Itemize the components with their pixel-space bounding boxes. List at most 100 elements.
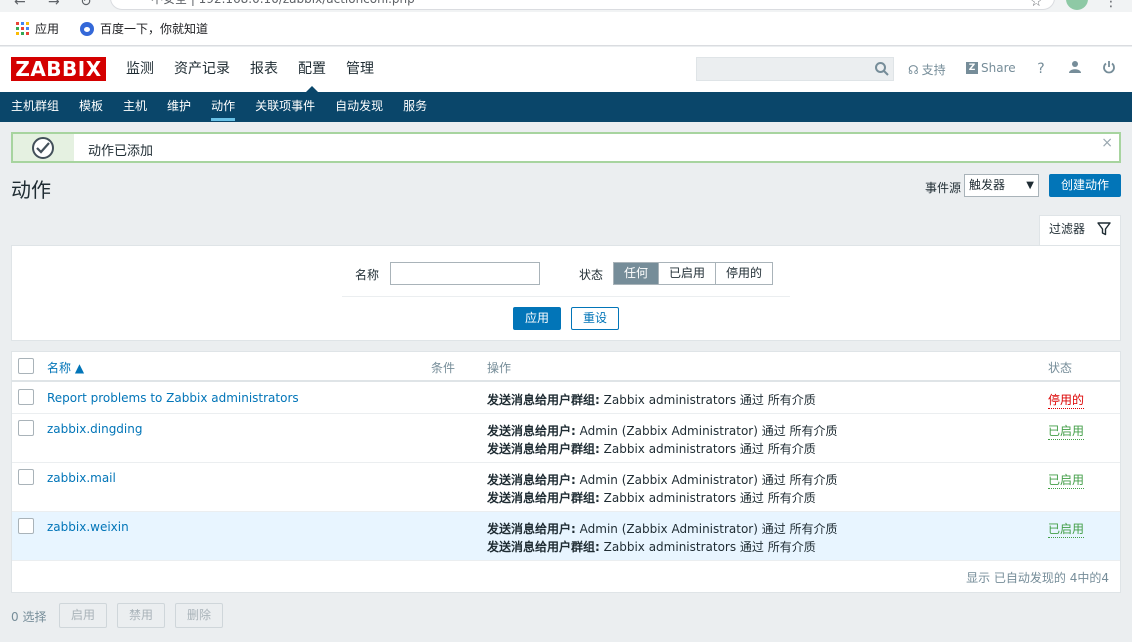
- operation-line: 发送消息给用户: Admin (Zabbix Administrator) 通过…: [487, 520, 838, 537]
- selected-count: 0 选择: [11, 610, 47, 624]
- menu-configuration[interactable]: 配置: [298, 47, 326, 92]
- action-name-link[interactable]: zabbix.mail: [47, 471, 116, 485]
- bulk-delete-button[interactable]: 删除: [175, 603, 223, 628]
- action-name-link[interactable]: zabbix.dingding: [47, 422, 142, 436]
- success-message: 动作已添加 ×: [11, 132, 1121, 163]
- menu-inventory[interactable]: 资产记录: [174, 47, 230, 92]
- column-status: 状态: [1048, 361, 1073, 375]
- event-source-value: 触发器: [969, 178, 1006, 192]
- status-option-disabled[interactable]: 停用的: [716, 263, 773, 284]
- filter-tab[interactable]: 过滤器: [1039, 215, 1121, 246]
- action-name-link[interactable]: zabbix.weixin: [47, 520, 129, 534]
- filter-tab-label: 过滤器: [1049, 222, 1086, 236]
- subnav-maintenance[interactable]: 维护: [167, 92, 191, 122]
- page-title: 动作: [11, 178, 51, 202]
- column-operations: 操作: [487, 361, 512, 375]
- row-checkbox[interactable]: [18, 518, 34, 534]
- main-menu: 监测 资产记录 报表 配置 管理: [126, 47, 394, 92]
- table-row: zabbix.mail 发送消息给用户: Admin (Zabbix Admin…: [12, 463, 1120, 512]
- headset-icon: ☊: [908, 62, 919, 77]
- share-link[interactable]: Z Share: [966, 61, 1016, 75]
- operation-line: 发送消息给用户群组: Zabbix administrators 通过 所有介质: [487, 489, 816, 506]
- filter-name-label: 名称: [355, 268, 380, 282]
- operation-line: 发送消息给用户群组: Zabbix administrators 通过 所有介质: [487, 538, 816, 555]
- event-source-label: 事件源: [925, 181, 962, 195]
- support-link[interactable]: ☊ 支持: [908, 61, 946, 78]
- row-checkbox[interactable]: [18, 389, 34, 405]
- apps-grid-icon: [16, 22, 29, 35]
- status-toggle-link[interactable]: 已启用: [1048, 520, 1085, 538]
- column-name-sort[interactable]: 名称 ▲: [47, 359, 84, 376]
- back-icon[interactable]: ←: [14, 0, 26, 10]
- bookmark-star-icon[interactable]: ☆: [1030, 0, 1043, 10]
- operation-line: 发送消息给用户群组: Zabbix administrators 通过 所有介质: [487, 391, 816, 408]
- filter-reset-button[interactable]: 重设: [571, 307, 619, 330]
- operation-label: 发送消息给用户:: [487, 522, 576, 536]
- filter-panel: 名称 状态 任何 已启用 停用的 应用 重设: [11, 245, 1121, 341]
- subnav-host-groups[interactable]: 主机群组: [11, 92, 59, 122]
- row-checkbox[interactable]: [18, 469, 34, 485]
- operation-label: 发送消息给用户群组:: [487, 393, 600, 407]
- menu-reports[interactable]: 报表: [250, 47, 278, 92]
- select-all-checkbox[interactable]: [18, 358, 34, 374]
- table-header: 名称 ▲ 条件 操作 状态: [12, 352, 1120, 382]
- subnav-actions[interactable]: 动作: [211, 92, 236, 122]
- operation-value: Zabbix administrators 通过 所有介质: [603, 393, 816, 407]
- reload-icon[interactable]: ↻: [80, 0, 92, 10]
- user-profile-icon[interactable]: [1066, 60, 1084, 78]
- close-icon[interactable]: ×: [1101, 135, 1113, 151]
- subnav-discovery[interactable]: 自动发现: [335, 92, 383, 122]
- bulk-enable-button[interactable]: 启用: [59, 603, 107, 628]
- filter-name-input[interactable]: [390, 262, 540, 285]
- search-icon[interactable]: [874, 61, 890, 77]
- global-search-input[interactable]: [696, 57, 894, 81]
- bulk-disable-button[interactable]: 禁用: [117, 603, 165, 628]
- event-source-select[interactable]: 触发器 ▼: [964, 174, 1039, 197]
- operation-label: 发送消息给用户:: [487, 473, 576, 487]
- checkmark-icon: [32, 137, 54, 159]
- sub-navigation: 主机群组 模板 主机 维护 动作 关联项事件 自动发现 服务: [0, 92, 1132, 122]
- operation-label: 发送消息给用户群组:: [487, 540, 600, 554]
- filter-apply-button[interactable]: 应用: [513, 307, 561, 330]
- bookmark-apps[interactable]: 应用: [16, 20, 59, 37]
- logout-icon[interactable]: [1100, 60, 1118, 78]
- menu-administration[interactable]: 管理: [346, 47, 374, 92]
- status-toggle-link[interactable]: 停用的: [1048, 391, 1085, 409]
- create-action-button[interactable]: 创建动作: [1049, 174, 1121, 197]
- status-option-any[interactable]: 任何: [614, 263, 660, 284]
- status-toggle-link[interactable]: 已启用: [1048, 422, 1085, 440]
- operation-value: Zabbix administrators 通过 所有介质: [603, 491, 816, 505]
- status-toggle-link[interactable]: 已启用: [1048, 471, 1085, 489]
- row-checkbox[interactable]: [18, 420, 34, 436]
- bookmark-baidu[interactable]: 百度一下，你就知道: [80, 20, 208, 37]
- actions-table: 名称 ▲ 条件 操作 状态 Report problems to Zabbix …: [11, 351, 1121, 593]
- support-label: 支持: [921, 63, 946, 77]
- operation-line: 发送消息给用户: Admin (Zabbix Administrator) 通过…: [487, 471, 838, 488]
- help-icon[interactable]: ?: [1032, 60, 1050, 78]
- success-icon-box: [13, 134, 74, 161]
- browser-toolbar: ← → ↻ 不安全 | 192.168.0.10/zabbix/actionco…: [0, 0, 1132, 12]
- subnav-templates[interactable]: 模板: [79, 92, 103, 122]
- zabbix-share-icon: Z: [966, 62, 978, 74]
- bookmark-label: 百度一下，你就知道: [100, 22, 209, 36]
- chevron-down-icon: ▼: [1026, 180, 1034, 191]
- profile-avatar[interactable]: [1066, 0, 1088, 10]
- subnav-hosts[interactable]: 主机: [123, 92, 147, 122]
- operation-value: Zabbix administrators 通过 所有介质: [603, 442, 816, 456]
- subnav-services[interactable]: 服务: [403, 92, 427, 122]
- share-label: Share: [981, 61, 1016, 75]
- operation-value: Zabbix administrators 通过 所有介质: [603, 540, 816, 554]
- browser-menu-icon[interactable]: ⋮: [1104, 0, 1118, 10]
- status-option-enabled[interactable]: 已启用: [659, 263, 717, 284]
- operation-value: Admin (Zabbix Administrator) 通过 所有介质: [579, 473, 838, 487]
- forward-icon[interactable]: →: [48, 0, 60, 10]
- action-name-link[interactable]: Report problems to Zabbix administrators: [47, 391, 299, 405]
- filter-icon: [1097, 222, 1111, 236]
- table-row: Report problems to Zabbix administrators…: [12, 383, 1120, 414]
- operation-value: Admin (Zabbix Administrator) 通过 所有介质: [579, 424, 838, 438]
- menu-monitoring[interactable]: 监测: [126, 47, 154, 92]
- address-bar[interactable]: 不安全 | 192.168.0.10/zabbix/actionconf.php: [110, 0, 1055, 10]
- subnav-event-correlation[interactable]: 关联项事件: [255, 92, 315, 122]
- operation-label: 发送消息给用户:: [487, 424, 576, 438]
- zabbix-logo[interactable]: ZABBIX: [11, 57, 106, 81]
